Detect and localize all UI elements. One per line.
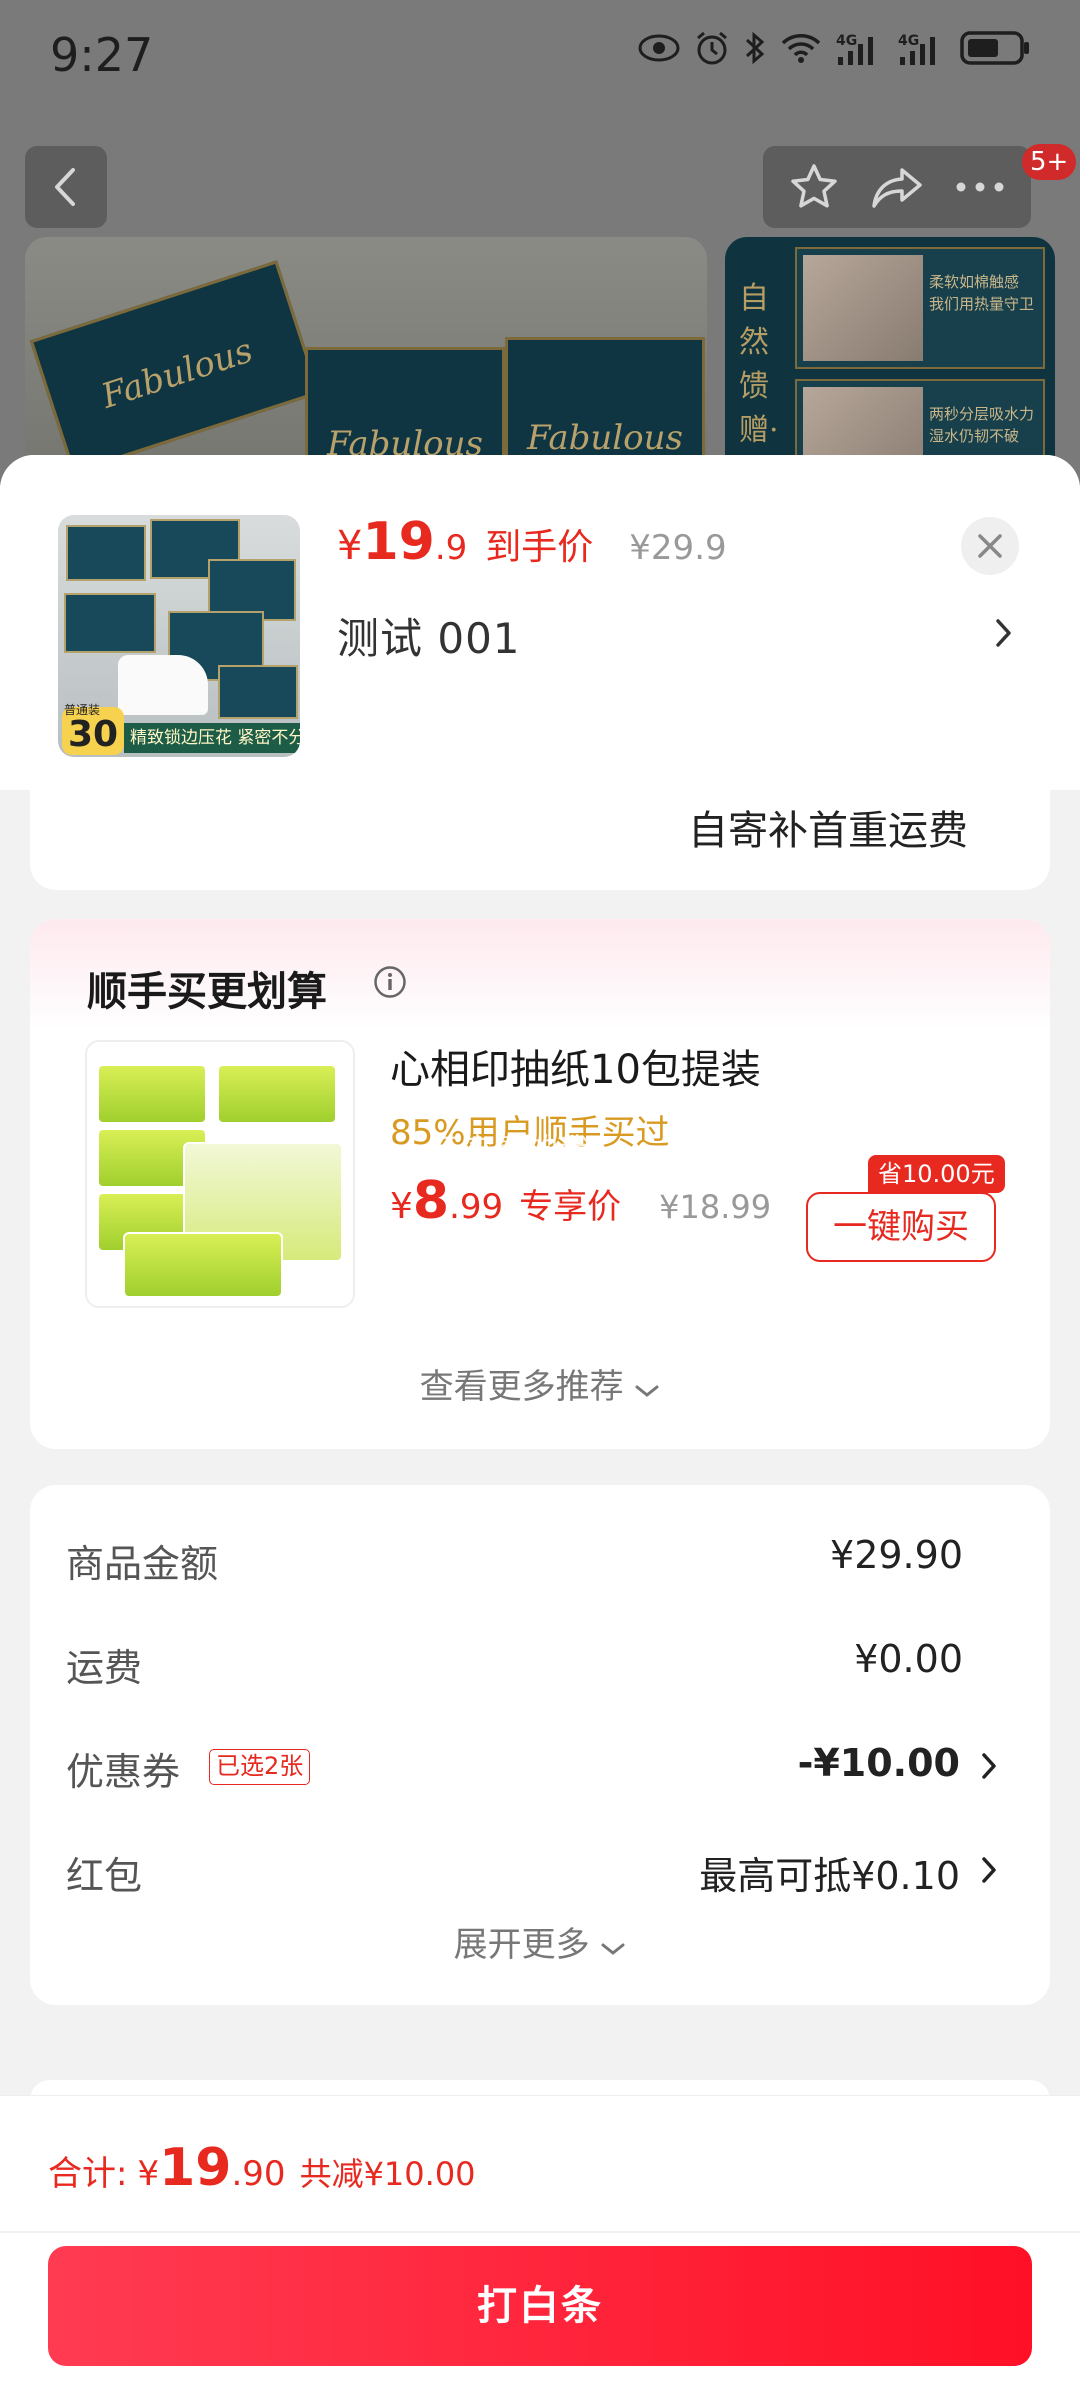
recommend-card: 顺手买更划算 心相印抽纸10包提装 85%用户顺手买过 不实贵的我 ¥ 8 .9… [30, 919, 1050, 1449]
freight-row: 运费 ¥0.00 [66, 1637, 963, 1690]
status-time: 9:27 [50, 28, 154, 82]
recommend-item-price: ¥ 8 .99 专享价 ¥18.99 [390, 1171, 772, 1231]
alarm-icon [697, 31, 727, 65]
goods-amount-row: 商品金额 ¥29.90 [66, 1533, 963, 1586]
price-tag: 到手价 [485, 527, 594, 568]
screen: 9:27 4G 4G 5+ Fabulous Fabulous Fabulous… [0, 0, 1080, 2400]
status-bar: 9:27 4G 4G [0, 0, 1080, 115]
chevron-right-icon[interactable] [994, 617, 1014, 649]
sheet-header: 30 普通装 精致锁边压花 紧密不分层 ¥ 19 .9 到手价 ¥29.9 测试… [0, 455, 1080, 790]
svg-text:4G: 4G [898, 33, 919, 49]
close-icon [978, 534, 1002, 558]
svg-text:4G: 4G [836, 33, 857, 49]
one-click-buy-button[interactable]: 一键购买 [806, 1192, 996, 1262]
recommend-item-title[interactable]: 心相印抽纸10包提装 [390, 1037, 761, 1095]
recommend-item-image[interactable] [85, 1040, 355, 1308]
chevron-right-icon [982, 1753, 996, 1779]
expand-more-link[interactable]: 展开更多 [30, 1917, 1050, 1966]
price-tag: 专享价 [519, 1187, 622, 1227]
save-badge: 省10.00元 [868, 1155, 1005, 1193]
coupon-count-badge: 已选2张 [209, 1749, 311, 1785]
back-button[interactable] [25, 146, 107, 228]
recommend-title: 顺手买更划算 [87, 969, 327, 1015]
tissue-box-image: Fabulous [29, 260, 321, 474]
side-feature-card: 柔软如棉触感 我们用热量守卫 [795, 247, 1045, 369]
shipping-card: 自寄补首重运费 [30, 790, 1050, 890]
original-price: ¥18.99 [659, 1188, 772, 1226]
nav-action-group [763, 146, 1031, 228]
watermark: 不实贵的我 [430, 1131, 591, 1169]
more-icon[interactable] [955, 181, 1005, 193]
order-total: 合计: ¥ 19 .90 共减¥10.00 [48, 2138, 476, 2198]
checkout-footer: 合计: ¥ 19 .90 共减¥10.00 打白条 [0, 2095, 1080, 2400]
red-packet-row[interactable]: 红包 最高可抵¥0.10 [66, 1839, 1010, 1899]
chevron-down-icon [635, 1385, 659, 1397]
sku-price: ¥ 19 .9 到手价 ¥29.9 [337, 512, 727, 572]
share-icon[interactable] [870, 164, 924, 210]
chevron-left-icon [55, 168, 75, 206]
sku-selector[interactable]: 测试 001 [337, 605, 521, 666]
close-button[interactable] [961, 517, 1019, 575]
coupon-value: -¥10.00 [797, 1741, 960, 1785]
divider [0, 2231, 1080, 2233]
thumbnail-caption: 精致锁边压花 紧密不分层 [124, 723, 300, 753]
more-notification-badge: 5+ [1022, 144, 1077, 180]
price-summary-card: 商品金额 ¥29.90 运费 ¥0.00 优惠券 已选2张 -¥10.00 红包… [30, 1485, 1050, 2005]
bluetooth-icon [745, 31, 765, 65]
coupon-row[interactable]: 优惠券 已选2张 -¥10.00 [66, 1735, 1010, 1795]
original-price: ¥29.9 [629, 528, 727, 568]
battery-icon [960, 31, 1029, 65]
chevron-right-icon [982, 1857, 996, 1883]
star-icon[interactable] [789, 162, 839, 212]
info-icon[interactable] [373, 965, 407, 999]
signal-4g-icon: 4G [898, 33, 935, 65]
chevron-down-icon [601, 1943, 625, 1955]
view-more-recommend-link[interactable]: 查看更多推荐 [30, 1359, 1050, 1408]
signal-4g-icon: 4G [836, 33, 873, 65]
eye-icon [638, 34, 680, 62]
shipping-note: 自寄补首重运费 [688, 808, 968, 854]
tissue-image [118, 655, 208, 715]
product-thumbnail[interactable]: 30 普通装 精致锁边压花 紧密不分层 [58, 515, 300, 757]
wifi-icon [781, 34, 821, 63]
status-icons: 4G 4G [638, 30, 1032, 66]
total-discount: 共减¥10.00 [299, 2155, 476, 2193]
pay-button[interactable]: 打白条 [48, 2246, 1032, 2366]
